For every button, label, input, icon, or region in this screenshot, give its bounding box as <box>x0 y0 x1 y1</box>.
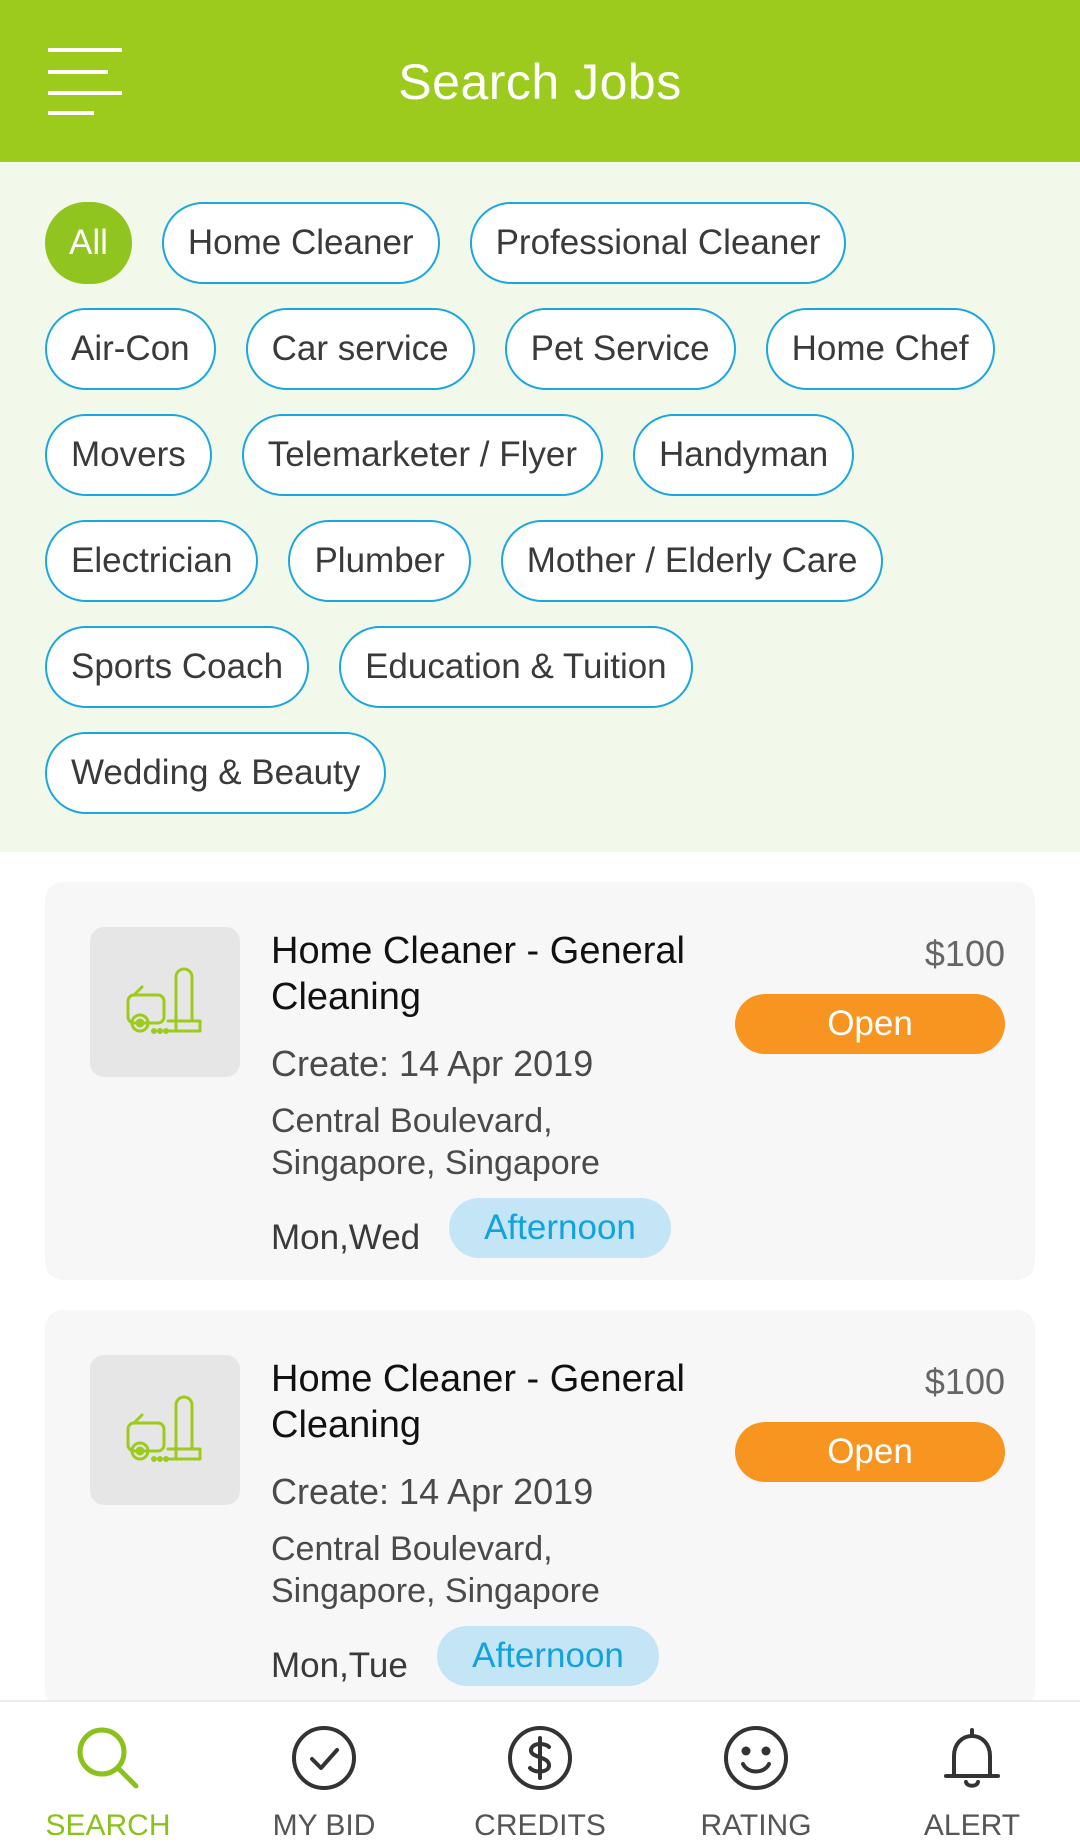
status-badge: Open <box>735 994 1005 1054</box>
nav-credits[interactable]: CREDITS <box>432 1702 648 1848</box>
job-card[interactable]: Home Cleaner - General Cleaning Create: … <box>45 1310 1035 1700</box>
chip-row: Wedding & Beauty <box>45 732 1045 838</box>
nav-search[interactable]: SEARCH <box>0 1702 216 1848</box>
chip-row: Movers Telemarketer / Flyer Handyman <box>45 414 1045 520</box>
category-filter-panel: All Home Cleaner Professional Cleaner Ai… <box>0 162 1080 852</box>
job-title: Home Cleaner - General Cleaning <box>271 930 685 1018</box>
bottom-navigation: SEARCH MY BID CREDITS RATING ALERT <box>0 1700 1080 1848</box>
time-of-day-badge: Afternoon <box>437 1626 659 1686</box>
job-thumbnail <box>90 1355 240 1505</box>
check-circle-icon <box>292 1726 356 1790</box>
nav-rating[interactable]: RATING <box>648 1702 864 1848</box>
page-title: Search Jobs <box>398 54 682 110</box>
job-price: $100 <box>924 1361 1005 1402</box>
chip-professional-cleaner[interactable]: Professional Cleaner <box>469 202 847 284</box>
search-icon <box>77 1727 139 1789</box>
nav-label: ALERT <box>923 1809 1021 1842</box>
job-created-date: Create: 14 Apr 2019 <box>271 1471 594 1512</box>
category-chip-list: All Home Cleaner Professional Cleaner Ai… <box>45 202 1045 838</box>
nav-alert[interactable]: ALERT <box>864 1702 1080 1848</box>
chip-telemarketer-flyer[interactable]: Telemarketer / Flyer <box>241 414 603 496</box>
chip-electrician[interactable]: Electrician <box>45 520 259 602</box>
chip-air-con[interactable]: Air-Con <box>45 308 216 390</box>
chip-row: All Home Cleaner Professional Cleaner <box>45 202 1045 308</box>
chip-education-tuition[interactable]: Education & Tuition <box>339 626 693 708</box>
nav-label: SEARCH <box>45 1809 171 1842</box>
chip-movers[interactable]: Movers <box>45 414 212 496</box>
chip-home-cleaner[interactable]: Home Cleaner <box>161 202 440 284</box>
job-price: $100 <box>924 933 1005 974</box>
chip-wedding-beauty[interactable]: Wedding & Beauty <box>45 732 387 814</box>
nav-my-bid[interactable]: MY BID <box>216 1702 432 1848</box>
job-title: Home Cleaner - General Cleaning <box>271 1358 685 1446</box>
time-of-day-badge: Afternoon <box>449 1198 671 1258</box>
status-badge: Open <box>735 1422 1005 1482</box>
vacuum-cleaner-icon <box>126 967 202 1034</box>
vacuum-cleaner-icon <box>126 1395 202 1462</box>
job-location: Central Boulevard, Singapore, Singapore <box>271 1530 600 1610</box>
job-days: Mon,Tue <box>271 1646 408 1685</box>
chip-pet-service[interactable]: Pet Service <box>504 308 736 390</box>
chip-all[interactable]: All <box>45 202 132 284</box>
job-location: Central Boulevard, Singapore, Singapore <box>271 1102 600 1182</box>
bell-icon <box>944 1728 1000 1788</box>
chip-row: Sports Coach Education & Tuition <box>45 626 1045 732</box>
job-created-date: Create: 14 Apr 2019 <box>271 1043 594 1084</box>
job-days: Mon,Wed <box>271 1218 421 1257</box>
chip-sports-coach[interactable]: Sports Coach <box>45 626 310 708</box>
dollar-circle-icon <box>508 1726 572 1790</box>
chip-home-chef[interactable]: Home Chef <box>765 308 995 390</box>
chip-car-service[interactable]: Car service <box>245 308 475 390</box>
chip-row: Air-Con Car service Pet Service Home Che… <box>45 308 1045 414</box>
nav-label: MY BID <box>272 1809 376 1842</box>
app-header: Search Jobs <box>0 0 1080 162</box>
nav-label: CREDITS <box>474 1809 606 1842</box>
chip-plumber[interactable]: Plumber <box>288 520 471 602</box>
chip-handyman[interactable]: Handyman <box>633 414 855 496</box>
chip-row: Electrician Plumber Mother / Elderly Car… <box>45 520 1045 626</box>
job-thumbnail <box>90 927 240 1077</box>
job-list: Home Cleaner - General Cleaning Create: … <box>0 852 1080 1700</box>
smiley-icon <box>724 1726 788 1790</box>
chip-mother-elderly-care[interactable]: Mother / Elderly Care <box>500 520 884 602</box>
job-card[interactable]: Home Cleaner - General Cleaning Create: … <box>45 882 1035 1280</box>
nav-label: RATING <box>700 1809 812 1842</box>
